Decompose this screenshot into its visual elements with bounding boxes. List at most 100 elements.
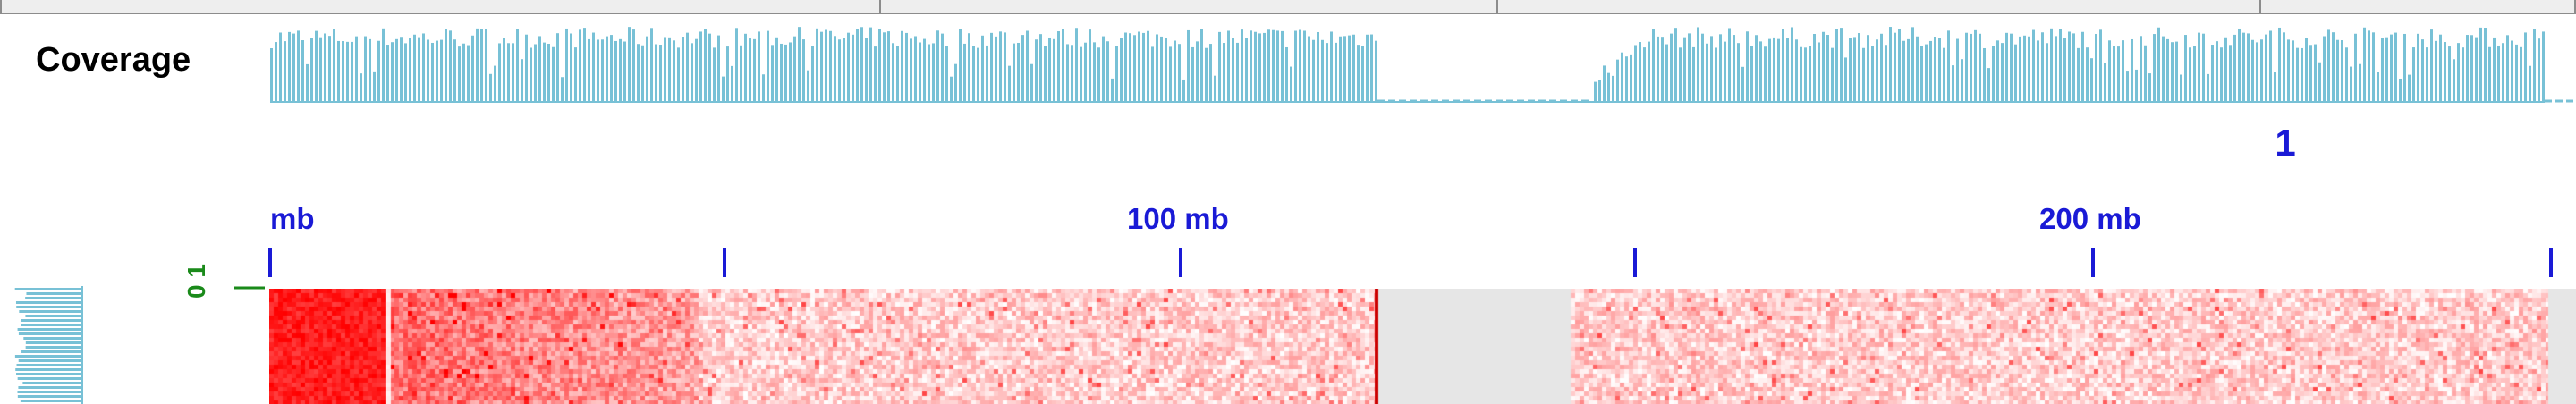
coverage-bar: [467, 45, 470, 102]
coverage-bar: [1124, 32, 1127, 102]
coverage-bar: [735, 28, 738, 102]
coverage-bar: [901, 30, 903, 102]
coverage-bar: [2497, 45, 2500, 102]
coverage-bar: [2345, 47, 2348, 102]
coverage-bar: [592, 32, 595, 103]
coverage-bar: [360, 73, 362, 102]
coverage-bar: [1106, 41, 1109, 102]
coverage-bar: [641, 45, 644, 102]
coverage-bar: [1375, 40, 1377, 102]
coverage-bar: [995, 36, 997, 103]
coverage-bar: [2175, 41, 2178, 103]
coverage-bar: [574, 47, 577, 102]
coverage-bar: [2229, 45, 2232, 102]
coverage-bar: [1115, 46, 1118, 102]
coverage-bar: [811, 46, 814, 102]
coverage-bar: [1120, 38, 1123, 102]
coverage-bar: [1290, 66, 1292, 102]
coverage-bar: [798, 27, 801, 103]
coverage-bar: [552, 46, 555, 102]
coverage-bar: [1621, 52, 1623, 102]
coverage-bar: [2309, 45, 2312, 102]
coverage-bar: [637, 44, 640, 102]
coverage-bar: [1299, 29, 1301, 102]
coverage-bar: [1728, 28, 1731, 103]
coverage-bar: [547, 43, 550, 103]
coverage-bar: [1223, 43, 1225, 102]
coverage-bar: [1236, 42, 1239, 102]
coverage-bar: [1880, 33, 1883, 102]
coverage-bar: [400, 37, 402, 102]
coverage-bar: [2238, 28, 2241, 102]
coverage-bar: [1639, 42, 1641, 102]
coverage-bar: [409, 38, 411, 102]
row-coverage-bar: [16, 306, 82, 308]
coverage-bar: [874, 46, 877, 102]
coverage-bar: [1013, 43, 1015, 103]
contact-heatmap[interactable]: [269, 289, 2576, 404]
coverage-bar: [1858, 33, 1860, 103]
coverage-bar: [324, 33, 326, 102]
coverage-bar: [1178, 44, 1181, 102]
coverage-bar: [1187, 29, 1190, 102]
coverage-bar: [588, 38, 590, 103]
coverage-bar: [2479, 27, 2482, 102]
coverage-bar: [530, 47, 532, 102]
coverage-bar: [1813, 34, 1816, 102]
coverage-bar: [1871, 46, 1874, 102]
coverage-bar: [883, 32, 886, 103]
coverage-bar: [936, 30, 939, 102]
coverage-bar: [1017, 42, 1020, 102]
coverage-bar: [440, 39, 443, 102]
coverage-bar: [275, 42, 277, 103]
coverage-bar: [954, 63, 957, 102]
row-coverage-bar: [20, 319, 83, 322]
coverage-bar: [2041, 32, 2044, 103]
coverage-bar: [664, 37, 666, 103]
coverage-bar: [2412, 47, 2415, 102]
coverage-bar: [1093, 42, 1096, 102]
coverage-bar: [1979, 33, 1981, 102]
coverage-bar: [2166, 38, 2169, 102]
coverage-bar: [279, 32, 282, 103]
coverage-bar: [2010, 33, 2012, 103]
coverage-bar: [1710, 36, 1713, 102]
coverage-bar: [632, 29, 635, 102]
coverage-bar: [2283, 32, 2285, 102]
coverage-bar: [963, 43, 966, 102]
coverage-bar: [1867, 35, 1869, 102]
coverage-bar: [1071, 45, 1073, 102]
coverage-bar: [2488, 46, 2491, 102]
coverage-bar: [1853, 37, 1856, 103]
coverage-bar: [1232, 38, 1234, 102]
coverage-bar: [1066, 44, 1069, 102]
coverage-bar: [2542, 31, 2545, 102]
coverage-bar: [614, 40, 617, 102]
coverage-bar: [802, 39, 805, 102]
coverage-bar: [1759, 41, 1762, 102]
coverage-bar: [1026, 30, 1029, 102]
coverage-bar: [1008, 65, 1011, 102]
genome-ruler[interactable]: [0, 188, 2576, 286]
coverage-bar: [1250, 30, 1252, 102]
coverage-bar: [1898, 29, 1901, 103]
coverage-bar: [655, 44, 657, 102]
coverage-bar: [2278, 27, 2281, 102]
coverage-bar: [1947, 30, 1950, 102]
coverage-bar: [941, 33, 944, 102]
coverage-bar: [744, 33, 747, 102]
coverage-track[interactable]: [0, 0, 2576, 107]
coverage-bar: [1670, 33, 1673, 102]
coverage-bar: [2520, 46, 2522, 102]
coverage-bar: [1907, 38, 1910, 102]
coverage-bar: [2430, 29, 2433, 103]
coverage-bar: [1272, 29, 1275, 102]
coverage-bar: [2502, 43, 2504, 103]
coverage-bar: [1741, 66, 1744, 102]
coverage-bar: [579, 29, 581, 102]
coverage-bar: [695, 38, 698, 102]
coverage-bar: [1039, 34, 1042, 102]
coverage-bar: [1263, 32, 1266, 102]
coverage-bar: [364, 36, 367, 103]
coverage-bar: [2524, 32, 2527, 103]
